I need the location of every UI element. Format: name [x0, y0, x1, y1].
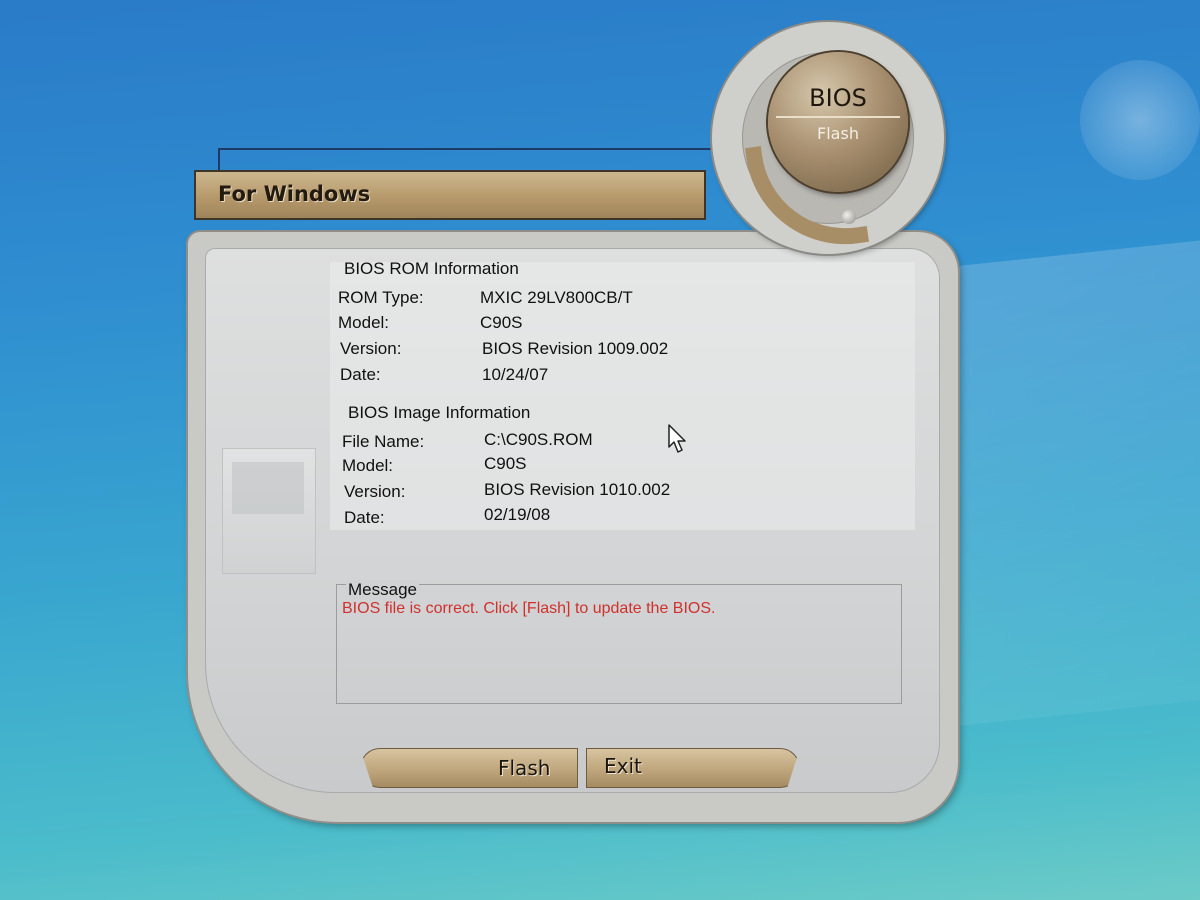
image-model-value: C90S [484, 454, 527, 473]
button-bar [360, 748, 800, 790]
rom-type-value: MXIC 29LV800CB/T [480, 288, 633, 307]
rom-version-value: BIOS Revision 1009.002 [482, 339, 669, 358]
mouse-pointer-icon [668, 424, 686, 453]
window-title: For Windows [218, 182, 371, 206]
rom-model-label: Model: [338, 313, 390, 332]
file-name-label: File Name: [342, 432, 425, 451]
exit-button-label: Exit [604, 754, 642, 778]
desktop-background: For Windows BIOS Flash BIOS ROM Informat… [0, 0, 1200, 900]
image-version-label: Version: [344, 482, 406, 501]
rom-type-label: ROM Type: [338, 288, 424, 307]
image-version-value: BIOS Revision 1010.002 [484, 480, 671, 499]
rom-model-value: C90S [480, 313, 523, 332]
image-info-heading: BIOS Image Information [348, 403, 531, 422]
image-date-label: Date: [344, 508, 385, 527]
image-date-value: 02/19/08 [484, 505, 551, 524]
rom-date-label: Date: [340, 365, 381, 384]
message-legend: Message [346, 580, 419, 600]
image-model-label: Model: [342, 456, 394, 475]
desktop-light-glow [960, 234, 1200, 726]
message-text: BIOS file is correct. Click [Flash] to u… [342, 600, 716, 617]
emblem-divider [776, 116, 900, 118]
emblem-subtitle: Flash [817, 124, 859, 143]
desktop-light-spot [1080, 60, 1200, 180]
rom-info-heading: BIOS ROM Information [344, 259, 519, 278]
rom-version-label: Version: [340, 339, 402, 358]
emblem-title: BIOS [809, 84, 867, 112]
emblem-knob [842, 210, 856, 224]
window-top-rail [218, 148, 720, 170]
computer-watermark-screen [232, 462, 304, 514]
window-title-bar[interactable]: For Windows [194, 170, 706, 220]
file-name-value: C:\C90S.ROM [484, 430, 593, 449]
rom-date-value: 10/24/07 [482, 365, 549, 384]
flash-button-label: Flash [498, 756, 551, 780]
bios-flash-emblem-icon [768, 52, 908, 192]
